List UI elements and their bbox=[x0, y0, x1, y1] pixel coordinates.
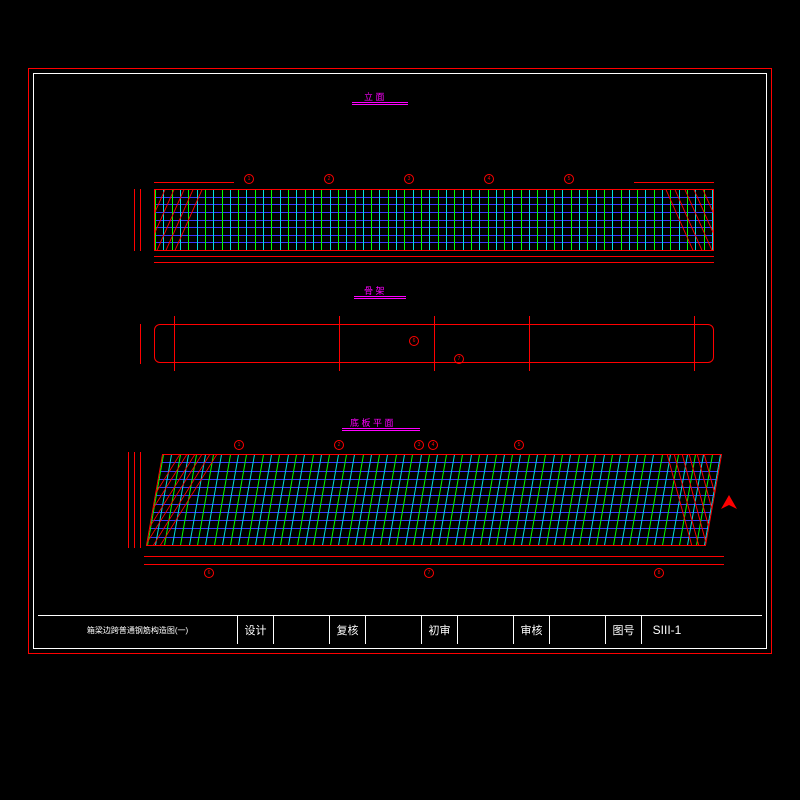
dim-left-frame bbox=[140, 324, 141, 364]
title-underline-3b bbox=[342, 430, 420, 431]
title-underline-2b bbox=[354, 298, 406, 299]
end-hooks-right bbox=[679, 189, 714, 251]
tb-check-label: 复核 bbox=[330, 616, 366, 644]
tb-approve-label: 审核 bbox=[514, 616, 550, 644]
stirrups-elev bbox=[155, 190, 713, 250]
dim-top-left-elev bbox=[154, 182, 234, 183]
dim-overall-plan-2 bbox=[144, 564, 724, 565]
tb-approve-value bbox=[550, 616, 606, 644]
dim-overall-elev-2 bbox=[154, 262, 714, 263]
tb-design-value bbox=[274, 616, 330, 644]
callout-2: 2 bbox=[324, 174, 334, 184]
title-underline-1b bbox=[352, 104, 408, 105]
drawing-border-outer: 立 面 1 2 3 4 5 bbox=[28, 68, 772, 654]
dim-overall-plan bbox=[144, 556, 724, 557]
drawing-title-cell: 箱梁边跨普通钢筋构造图(一) bbox=[38, 616, 238, 644]
callout-p1: 1 bbox=[234, 440, 244, 450]
title-underline-3 bbox=[342, 428, 420, 429]
frame-view: 6 7 bbox=[154, 316, 714, 371]
callout-pb2: 7 bbox=[424, 568, 434, 578]
callout-p3: 3 bbox=[414, 440, 424, 450]
title-underline-2 bbox=[354, 296, 406, 297]
dim-left-plan-2 bbox=[134, 452, 135, 548]
callout-5: 5 bbox=[564, 174, 574, 184]
title-block: 箱梁边跨普通钢筋构造图(一) 设计 复核 初审 审核 图号 SIII-1 bbox=[38, 615, 762, 644]
end-hooks-right-plan bbox=[671, 454, 722, 546]
stirrups-plan bbox=[147, 455, 721, 545]
callout-pb3: 8 bbox=[654, 568, 664, 578]
drawing-border-inner: 立 面 1 2 3 4 5 bbox=[33, 73, 767, 649]
frame-tie bbox=[694, 316, 695, 371]
callout-1: 1 bbox=[244, 174, 254, 184]
dim-top-right-elev bbox=[634, 182, 714, 183]
tb-review-label: 初审 bbox=[422, 616, 458, 644]
title-underline-1 bbox=[352, 102, 408, 103]
frame-tie bbox=[339, 316, 340, 371]
dim-left-plan-3 bbox=[128, 452, 129, 548]
callout-p5: 5 bbox=[514, 440, 524, 450]
tb-check-value bbox=[366, 616, 422, 644]
dim-left-elev bbox=[140, 189, 141, 251]
frame-tie bbox=[529, 316, 530, 371]
callout-7: 7 bbox=[454, 354, 464, 364]
tb-review-value bbox=[458, 616, 514, 644]
end-hooks-left bbox=[154, 189, 189, 251]
tb-design-label: 设计 bbox=[238, 616, 274, 644]
dim-overall-elev bbox=[154, 256, 714, 257]
plan-view bbox=[146, 454, 722, 546]
callout-3: 3 bbox=[404, 174, 414, 184]
callout-p4: 4 bbox=[428, 440, 438, 450]
frame-tie bbox=[174, 316, 175, 371]
callout-p2: 2 bbox=[334, 440, 344, 450]
callout-pb1: 6 bbox=[204, 568, 214, 578]
dim-left-elev-2 bbox=[134, 189, 135, 251]
frame-tie bbox=[434, 316, 435, 371]
callout-4: 4 bbox=[484, 174, 494, 184]
orientation-mark bbox=[720, 494, 738, 512]
tb-num-value: SIII-1 bbox=[642, 616, 692, 644]
callout-6: 6 bbox=[409, 336, 419, 346]
elevation-view bbox=[154, 189, 714, 251]
tb-num-label: 图号 bbox=[606, 616, 642, 644]
dim-left-plan bbox=[140, 452, 141, 548]
